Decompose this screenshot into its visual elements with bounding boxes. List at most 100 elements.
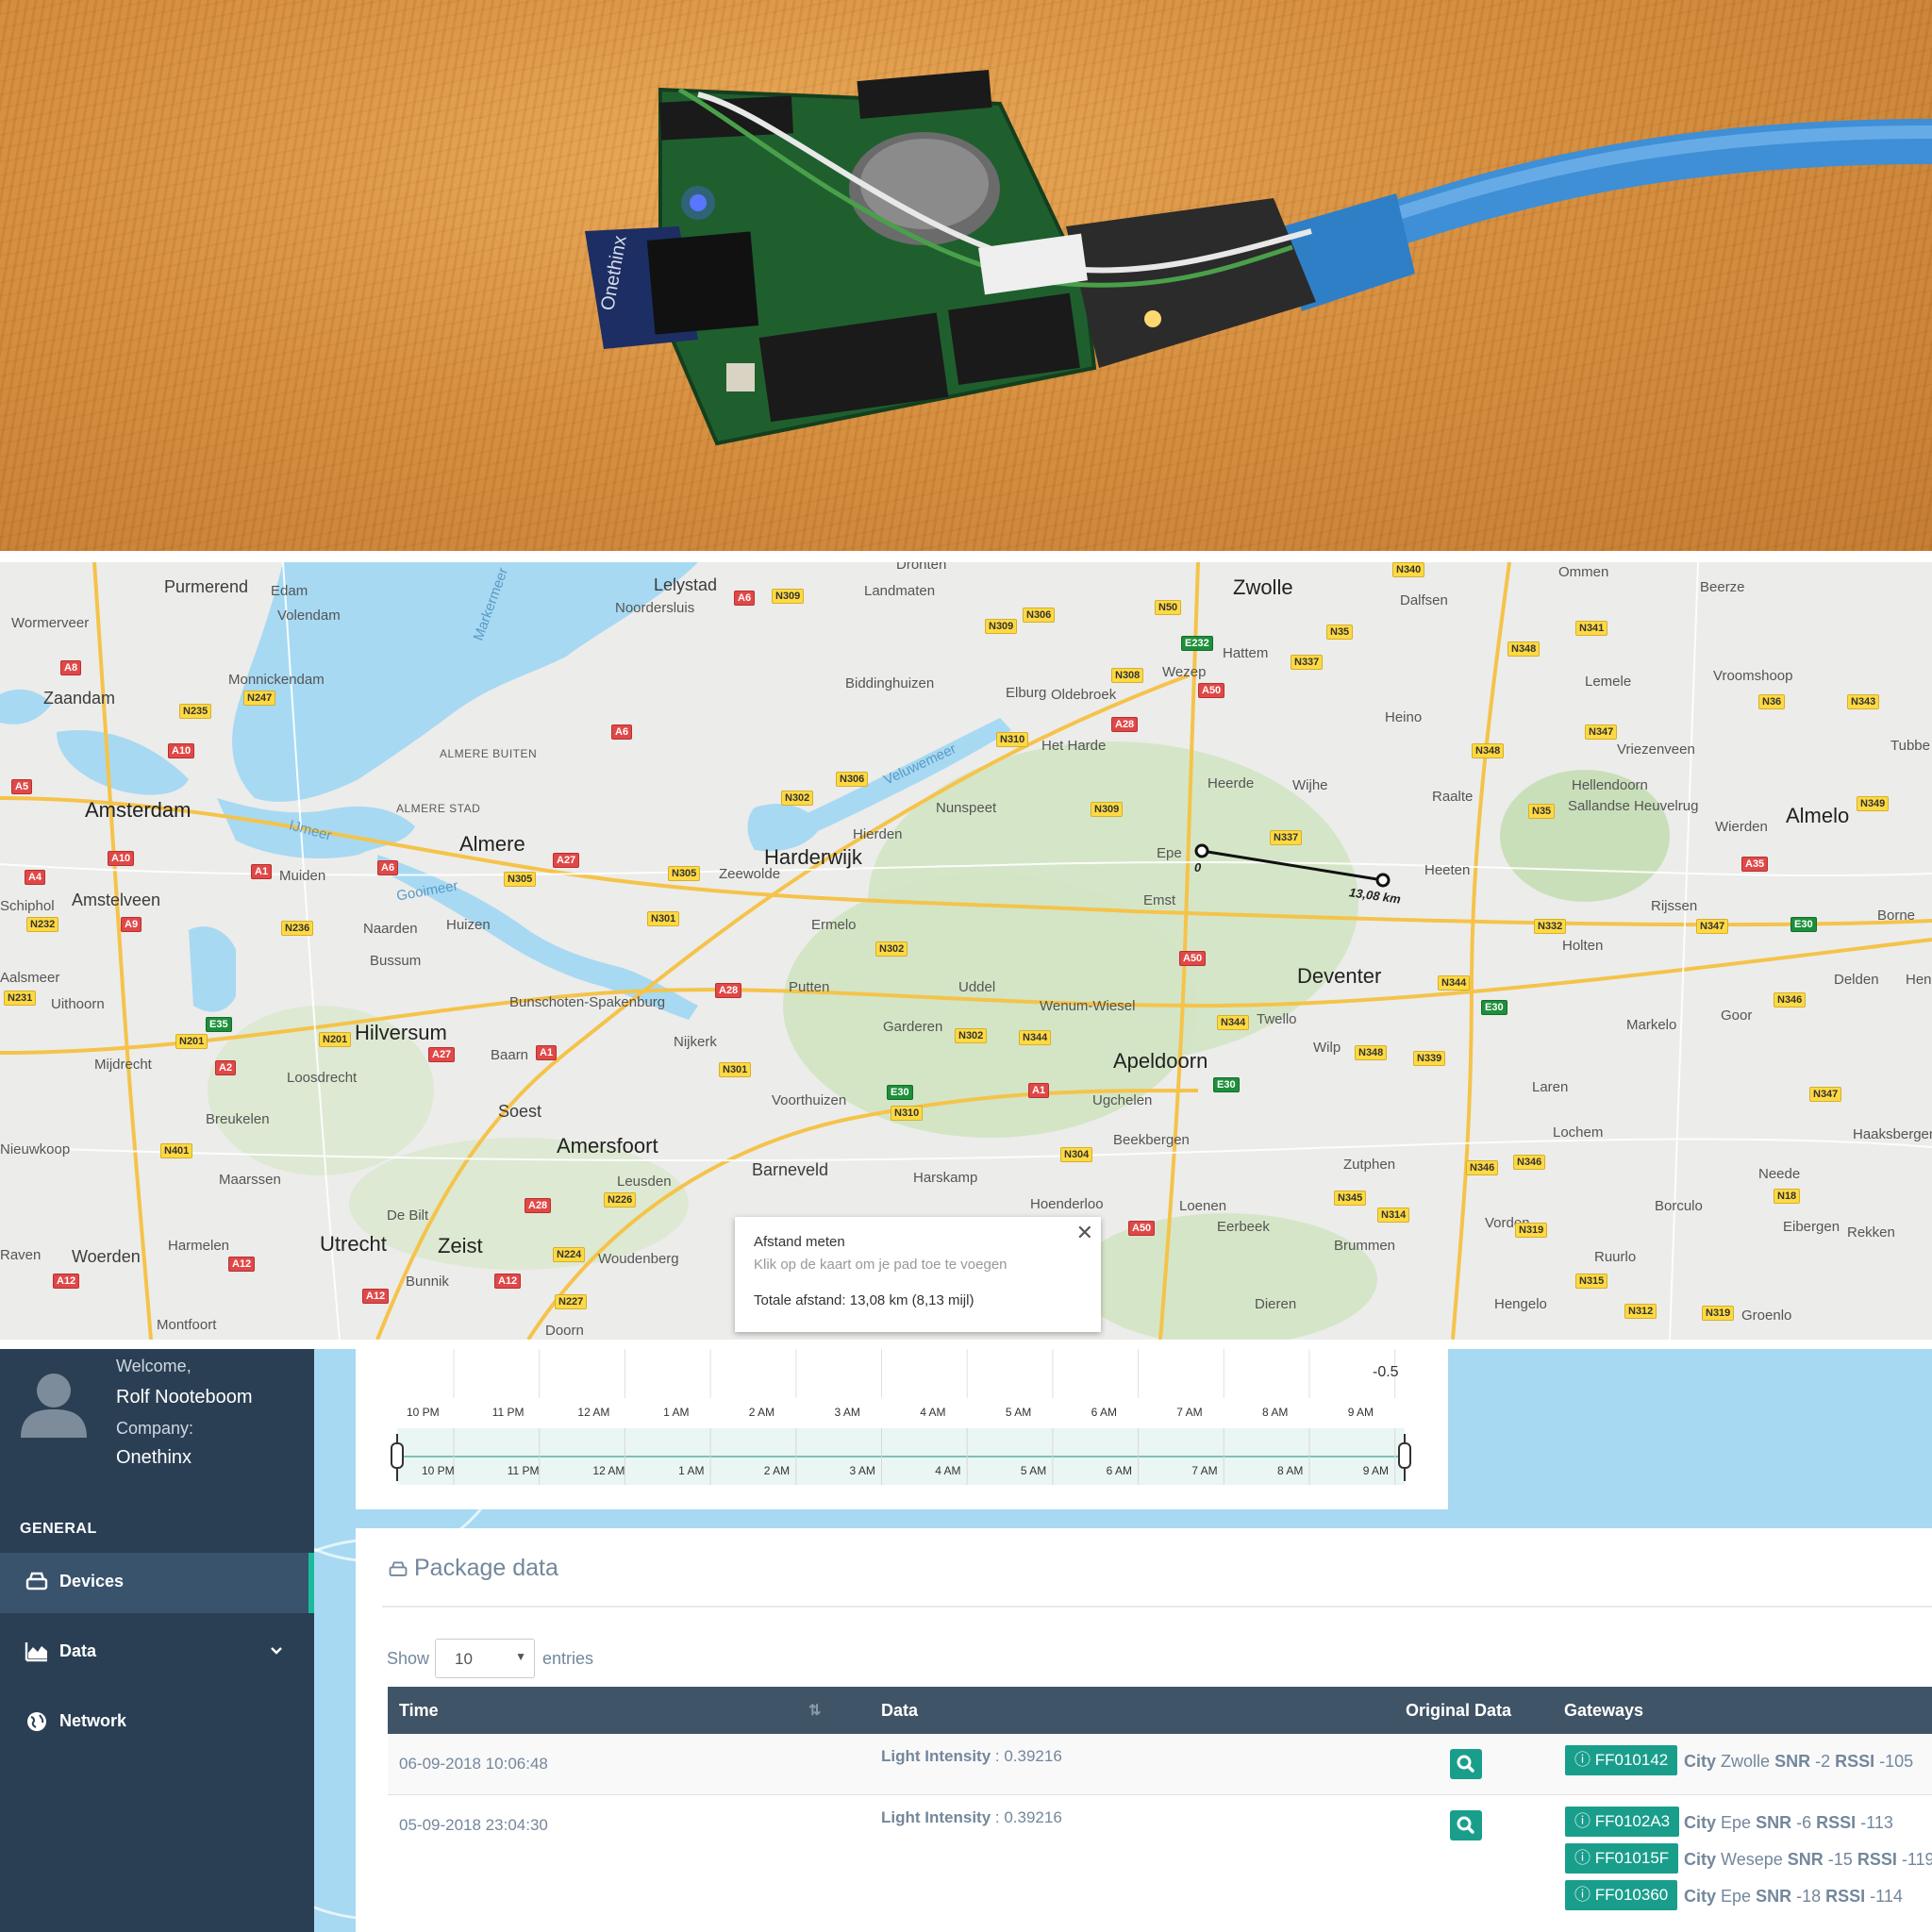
place-label: Heino	[1385, 709, 1423, 725]
place-label: Hilversum	[355, 1021, 447, 1044]
measure-start-point	[1194, 843, 1209, 858]
place-label: Lelystad	[654, 575, 718, 594]
place-label: Amstelveen	[72, 891, 161, 909]
column-header-gateways[interactable]: Gateways	[1564, 1701, 1643, 1721]
road-shield: N315	[1575, 1274, 1608, 1289]
sidebar-item-devices[interactable]: Devices	[0, 1553, 314, 1613]
close-icon[interactable]: ✕	[1076, 1221, 1093, 1245]
place-label: Borne	[1877, 908, 1916, 924]
road-shield: N348	[1507, 641, 1541, 657]
road-shield: N301	[647, 911, 680, 926]
place-label: Eerbeek	[1217, 1219, 1270, 1235]
user-name: Rolf Nooteboom	[116, 1387, 253, 1407]
road-shield: N35	[1326, 625, 1354, 640]
road-shield: N36	[1758, 694, 1786, 709]
road-shield: A28	[525, 1198, 552, 1213]
road-shield: N339	[1413, 1051, 1446, 1066]
measure-distance-popup: Afstand meten Klik op de kaart om je pad…	[735, 1217, 1101, 1332]
column-header-original-data[interactable]: Original Data	[1406, 1701, 1511, 1721]
road-shield: A9	[121, 917, 142, 932]
place-label: Edam	[271, 583, 308, 599]
road-shield: A12	[362, 1289, 390, 1304]
road-shield: N201	[175, 1034, 208, 1049]
gateway-id: FF0102A3	[1594, 1812, 1671, 1830]
place-label: Barneveld	[752, 1160, 829, 1179]
x-tick-label: 3 AM	[834, 1406, 860, 1419]
globe-icon	[27, 1712, 46, 1731]
road-shield: N304	[1060, 1147, 1093, 1162]
sort-icon[interactable]: ⇅	[808, 1701, 821, 1720]
sidebar-item-label: Devices	[59, 1572, 125, 1591]
road-shield: N340	[1392, 562, 1425, 577]
x-tick-label: 5 AM	[1005, 1406, 1032, 1419]
x-tick-label: 8 AM	[1262, 1406, 1289, 1419]
place-label: Apeldoorn	[1113, 1049, 1208, 1073]
place-label: Wezep	[1162, 664, 1207, 680]
road-shield: A27	[428, 1047, 456, 1062]
road-shield: A6	[611, 724, 633, 740]
navigator-tick-label: 12 AM	[592, 1464, 625, 1477]
road-shield: N227	[555, 1294, 588, 1309]
place-label: Garderen	[883, 1019, 943, 1035]
road-shield: N319	[1702, 1306, 1735, 1321]
sidebar-item-data[interactable]: Data	[0, 1623, 314, 1683]
place-label: Naarden	[363, 921, 418, 937]
map-view[interactable]: Amsterdam Almere Harderwijk Hilversum Am…	[0, 562, 1932, 1340]
road-shield: A5	[11, 779, 33, 794]
road-shield: N309	[985, 619, 1018, 634]
navigator-tick-label: 7 AM	[1191, 1464, 1218, 1477]
gateway-id-badge[interactable]: ⓘ FF010360	[1565, 1880, 1678, 1910]
place-label: Uddel	[958, 979, 996, 995]
navigator-tick-label: 9 AM	[1362, 1464, 1390, 1477]
road-shield: A2	[215, 1060, 237, 1075]
gateway-info: City Epe SNR -18 RSSI -114	[1684, 1887, 1903, 1906]
place-label: Zutphen	[1343, 1157, 1396, 1173]
road-shield: A1	[1028, 1083, 1050, 1098]
view-original-data-button[interactable]	[1450, 1810, 1482, 1840]
place-label: Wierden	[1715, 819, 1768, 835]
navigator-tick-label: 10 PM	[422, 1464, 455, 1477]
sidebar-item-label: Data	[59, 1641, 97, 1660]
place-label: Harskamp	[913, 1170, 978, 1186]
navigator-tick-label: 11 PM	[507, 1464, 540, 1477]
place-label: Landmaten	[864, 583, 936, 599]
gateway-id: FF010142	[1594, 1751, 1669, 1769]
column-header-data[interactable]: Data	[881, 1701, 918, 1721]
road-shield: A28	[1111, 717, 1139, 732]
package-data-panel: Package data Show 10 ▼ entries Time ⇅ Da…	[356, 1528, 1932, 1932]
road-shield: A10	[108, 851, 135, 866]
popup-hint: Klik op de kaart om je pad toe te voegen	[754, 1257, 1008, 1273]
road-shield: N346	[1466, 1160, 1499, 1175]
road-shield: E232	[1181, 636, 1213, 651]
place-label: Ruurlo	[1594, 1249, 1637, 1265]
gateway-id-badge[interactable]: ⓘ FF0102A3	[1565, 1807, 1680, 1837]
place-label: Woerden	[72, 1247, 141, 1266]
place-label: Elburg	[1006, 685, 1047, 701]
sidebar-item-network[interactable]: Network	[0, 1692, 314, 1753]
road-shield: N50	[1155, 600, 1182, 615]
x-tick-label: 4 AM	[920, 1406, 946, 1419]
range-handle-right[interactable]	[1398, 1438, 1411, 1475]
place-label: Nijkerk	[674, 1034, 717, 1050]
range-handle-left[interactable]	[391, 1438, 405, 1475]
time-range-chart[interactable]: -0.5 10 PM 10 PM 11 PM 11 PM 12 AM 12 AM 1 AM 1…	[356, 1349, 1448, 1509]
place-label: Heeten	[1424, 862, 1471, 878]
road-shield: N302	[955, 1028, 988, 1043]
entries-per-page-select[interactable]: 10 ▼	[435, 1639, 535, 1678]
place-label: Bunschoten-Spakenburg	[509, 994, 666, 1010]
place-label: Delden	[1834, 972, 1879, 988]
navigator-tick-label: 4 AM	[935, 1464, 961, 1477]
table-header: Time ⇅ Data Original Data Gateways	[388, 1687, 1932, 1734]
view-original-data-button[interactable]	[1450, 1749, 1482, 1779]
road-shield: N332	[1534, 919, 1567, 934]
road-shield: N236	[281, 921, 314, 936]
place-label: Putten	[789, 979, 830, 995]
dashboard: Welcome, Rolf Nooteboom Company: Onethin…	[0, 1349, 1932, 1932]
gateway-id-badge[interactable]: ⓘ FF010142	[1565, 1745, 1678, 1775]
place-label: Borculo	[1655, 1198, 1703, 1214]
column-header-time[interactable]: Time	[399, 1701, 439, 1721]
place-label: Breukelen	[206, 1111, 270, 1127]
place-label: Wijhe	[1292, 777, 1328, 793]
place-label: Het Harde	[1041, 738, 1107, 754]
gateway-id-badge[interactable]: ⓘ FF01015F	[1565, 1843, 1679, 1874]
